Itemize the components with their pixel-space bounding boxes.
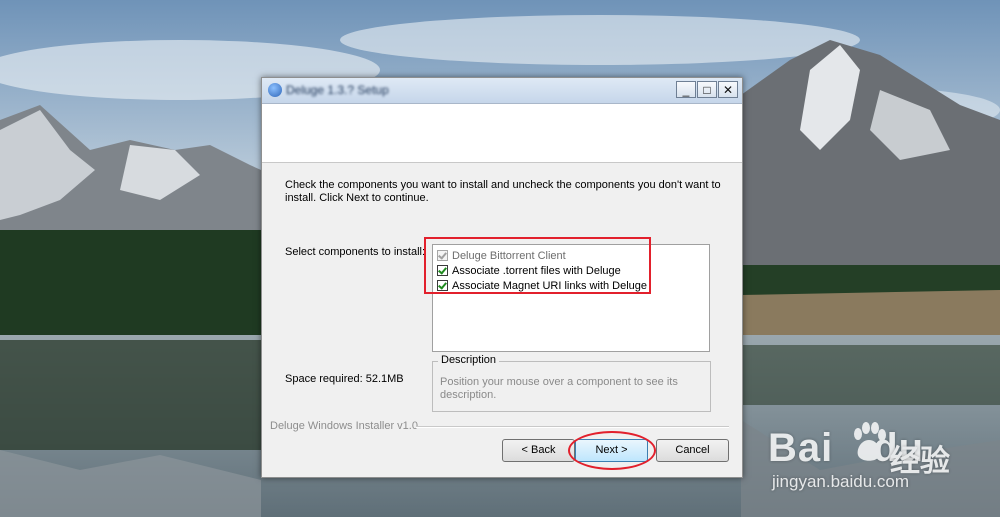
space-required: Space required: 52.1MB <box>285 373 404 385</box>
deluge-icon <box>268 83 282 97</box>
intro-text: Check the components you want to install… <box>285 179 721 204</box>
installer-window: Deluge 1.3.? Setup _ □ ✕ Check the compo… <box>261 77 743 478</box>
installer-branding: Deluge Windows Installer v1.0 <box>270 420 418 432</box>
close-button[interactable]: ✕ <box>718 81 738 98</box>
watermark-url: jingyan.baidu.com <box>772 472 910 491</box>
select-components-label: Select components to install: <box>285 246 426 258</box>
description-title: Description <box>438 354 500 366</box>
baidu-watermark: Bai du 经验 jingyan.baidu.com <box>768 414 968 504</box>
footer-divider <box>416 426 729 428</box>
header-banner <box>262 104 742 163</box>
description-text: Position your mouse over a component to … <box>440 376 678 401</box>
back-button[interactable]: < Back <box>502 439 575 462</box>
title-bar[interactable]: Deluge 1.3.? Setup _ □ ✕ <box>262 78 742 104</box>
annotation-ellipse <box>568 431 656 470</box>
minimize-button[interactable]: _ <box>676 81 696 98</box>
window-title: Deluge 1.3.? Setup <box>286 83 389 97</box>
cancel-button[interactable]: Cancel <box>656 439 729 462</box>
baidu-paw-icon <box>854 422 886 461</box>
description-group: Description Position your mouse over a c… <box>432 354 711 412</box>
maximize-button[interactable]: □ <box>697 81 717 98</box>
annotation-rectangle <box>424 237 651 294</box>
